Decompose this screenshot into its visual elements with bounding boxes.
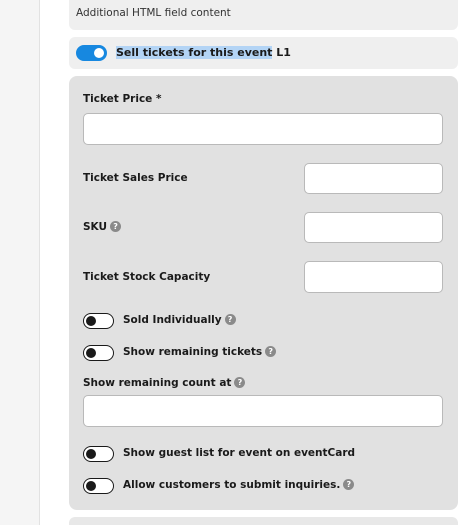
ticket-sales-price-input[interactable]: [304, 163, 443, 194]
allow-inquiries-text: Allow customers to submit inquiries.: [123, 479, 341, 491]
ticket-price-label: Ticket Price *: [83, 93, 162, 105]
show-remaining-count-help-icon[interactable]: ?: [234, 377, 246, 388]
allow-inquiries-toggle[interactable]: [83, 478, 114, 494]
allow-inquiries-help-icon[interactable]: ?: [343, 479, 355, 490]
show-remaining-tickets-label: Show remaining tickets?: [123, 346, 277, 358]
sell-tickets-toggle[interactable]: [76, 45, 107, 61]
show-remaining-count-input[interactable]: [83, 395, 443, 427]
ticket-sales-price-label: Ticket Sales Price: [83, 172, 188, 184]
toggle-knob: [86, 449, 96, 459]
allow-inquiries-label: Allow customers to submit inquiries.?: [123, 479, 355, 491]
show-remaining-count-label: Show remaining count at?: [83, 377, 246, 389]
show-remaining-tickets-help-icon[interactable]: ?: [265, 346, 277, 357]
sold-individually-label: Sold Individually?: [123, 314, 236, 326]
sku-label: SKU?: [83, 221, 122, 233]
sku-label-text: SKU: [83, 221, 108, 233]
sell-tickets-label: Sell tickets for this event L1: [116, 46, 291, 59]
sold-individually-toggle[interactable]: [83, 313, 114, 329]
ticket-stock-capacity-input[interactable]: [304, 261, 443, 293]
show-guest-list-label: Show guest list for event on eventCard: [123, 447, 356, 459]
sold-individually-text: Sold Individually: [123, 314, 222, 326]
toggle-knob: [86, 481, 96, 491]
toggle-knob: [86, 348, 96, 358]
show-remaining-count-text: Show remaining count at: [83, 377, 232, 389]
ticket-price-input[interactable]: [83, 113, 443, 145]
left-sidebar-rail: [0, 0, 40, 525]
show-remaining-tickets-toggle[interactable]: [83, 345, 114, 361]
show-remaining-tickets-text: Show remaining tickets: [123, 346, 263, 358]
ticket-stock-capacity-label: Ticket Stock Capacity: [83, 271, 211, 283]
additional-html-text: Additional HTML field content: [76, 7, 231, 19]
toggle-knob: [94, 48, 104, 58]
show-guest-list-toggle[interactable]: [83, 446, 114, 462]
sold-individually-help-icon[interactable]: ?: [224, 314, 236, 325]
selected-text: Sell tickets for this event: [116, 46, 273, 59]
sell-tickets-label-suffix: L1: [272, 46, 291, 59]
sku-input[interactable]: [304, 212, 443, 243]
toggle-knob: [86, 316, 96, 326]
sku-help-icon[interactable]: ?: [110, 221, 122, 232]
right-edge: [462, 0, 474, 525]
next-section-edge: [69, 517, 458, 525]
